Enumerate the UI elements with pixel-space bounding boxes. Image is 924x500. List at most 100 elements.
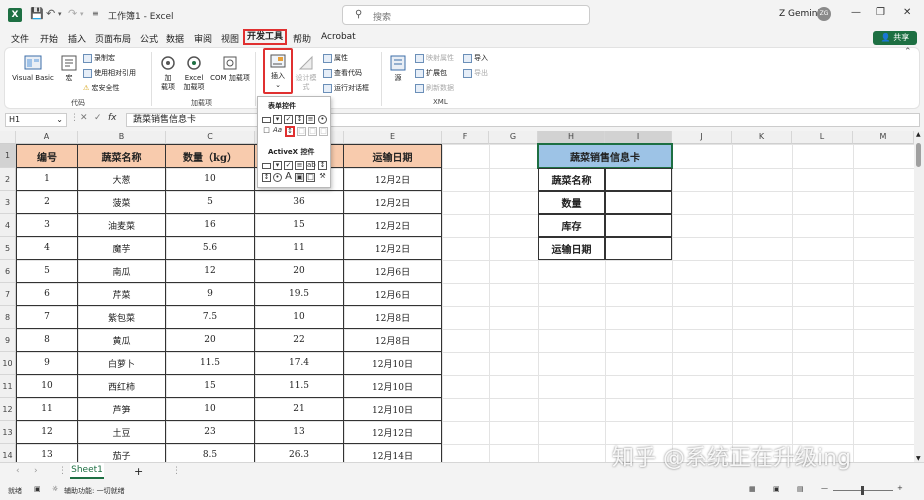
form-listbox-icon[interactable]: ≡ (306, 115, 315, 124)
info-card-title[interactable]: 蔬菜销售信息卡 (537, 143, 673, 169)
tab-formulas[interactable]: 公式 (140, 32, 158, 45)
sheet-tab-sheet1[interactable]: Sheet1 (70, 463, 104, 479)
zoom-thumb[interactable] (861, 486, 864, 495)
form-option-icon[interactable]: • (318, 115, 327, 124)
row-header[interactable]: 9 (0, 329, 16, 352)
form-spinner-icon[interactable]: ↕ (295, 115, 304, 124)
normal-view-icon[interactable]: ▦ (749, 485, 756, 493)
activex-textbox-icon[interactable]: ab (306, 161, 316, 170)
table-cell[interactable]: 茄子 (78, 444, 166, 462)
accessibility-icon[interactable]: ☼ (52, 485, 58, 493)
row-header[interactable]: 2 (0, 168, 16, 191)
activex-button-icon[interactable] (262, 163, 271, 169)
column-header-l[interactable]: L (792, 131, 853, 144)
table-cell[interactable]: 大葱 (78, 168, 166, 191)
redo-dropdown-icon[interactable]: ▾ (80, 10, 84, 18)
activex-toggle-icon[interactable]: □ (306, 173, 315, 182)
cancel-icon[interactable]: ✕ (80, 113, 88, 123)
avatar[interactable]: ZG (817, 7, 831, 21)
table-cell[interactable]: 22 (255, 329, 344, 352)
tab-help[interactable]: 帮助 (293, 32, 311, 45)
table-cell[interactable]: 11 (255, 237, 344, 260)
table-cell[interactable]: 12月2日 (344, 214, 442, 237)
accessibility-status[interactable]: 辅助功能: 一切就绪 (64, 486, 125, 496)
column-header-b[interactable]: B (78, 131, 166, 144)
column-header-c[interactable]: C (166, 131, 255, 144)
form-button-icon[interactable] (262, 117, 271, 123)
table-cell[interactable]: 12月6日 (344, 260, 442, 283)
design-mode-button[interactable]: 设计模式 (293, 54, 319, 92)
table-cell[interactable]: 17.4 (255, 352, 344, 375)
table-cell[interactable]: 5.6 (166, 237, 255, 260)
activex-checkbox-icon[interactable]: ✓ (284, 161, 293, 170)
table-cell[interactable]: 12月10日 (344, 398, 442, 421)
table-cell[interactable]: 19.5 (255, 283, 344, 306)
info-card-value-cell[interactable] (605, 191, 672, 214)
excel-addins-button[interactable]: Excel 加载项 (181, 54, 207, 92)
table-cell[interactable]: 9 (16, 352, 78, 375)
info-card-label[interactable]: 运输日期 (538, 237, 605, 260)
column-header-m[interactable]: M (853, 131, 914, 144)
refresh-data-button[interactable]: 刷新数据 (415, 83, 454, 93)
table-cell[interactable]: 白萝卜 (78, 352, 166, 375)
table-cell[interactable]: 芦笋 (78, 398, 166, 421)
page-break-view-icon[interactable]: ▤ (797, 485, 804, 493)
row-header[interactable]: 11 (0, 375, 16, 398)
undo-icon[interactable]: ↶ (46, 7, 55, 20)
table-cell[interactable]: 12月14日 (344, 444, 442, 462)
table-cell[interactable]: 12月2日 (344, 191, 442, 214)
table-cell[interactable]: 西红柿 (78, 375, 166, 398)
table-cell[interactable]: 20 (255, 260, 344, 283)
tab-home[interactable]: 开始 (40, 32, 58, 45)
table-cell[interactable]: 魔芋 (78, 237, 166, 260)
export-button[interactable]: 导出 (463, 68, 488, 78)
table-cell[interactable]: 黄瓜 (78, 329, 166, 352)
row-header[interactable]: 5 (0, 237, 16, 260)
column-header-j[interactable]: J (672, 131, 732, 144)
close-icon[interactable]: ✕ (903, 7, 911, 18)
table-cell[interactable]: 21 (255, 398, 344, 421)
table-cell[interactable]: 7 (16, 306, 78, 329)
info-card-value-cell[interactable] (605, 237, 672, 260)
activex-more-icon[interactable]: ⚒ (318, 173, 327, 182)
table-cell[interactable]: 12月10日 (344, 375, 442, 398)
redo-icon[interactable]: ↷ (68, 7, 77, 20)
table-cell[interactable]: 9 (166, 283, 255, 306)
select-all-corner[interactable] (0, 131, 16, 144)
info-card-value-cell[interactable] (605, 214, 672, 237)
table-cell[interactable]: 13 (255, 421, 344, 444)
next-sheet-icon[interactable]: › (34, 466, 38, 476)
row-header[interactable]: 14 (0, 444, 16, 462)
table-cell[interactable]: 芹菜 (78, 283, 166, 306)
table-header-cell[interactable]: 数量（kg） (166, 144, 255, 168)
table-cell[interactable]: 5 (16, 260, 78, 283)
tab-data[interactable]: 数据 (166, 32, 184, 45)
tab-review[interactable]: 审阅 (194, 32, 212, 45)
table-cell[interactable]: 11.5 (166, 352, 255, 375)
xml-source-button[interactable]: 源 (387, 54, 409, 83)
table-header-cell[interactable]: 编号 (16, 144, 78, 168)
column-header-a[interactable]: A (16, 131, 78, 144)
column-header-k[interactable]: K (732, 131, 792, 144)
addins-button[interactable]: 加 载项 (157, 54, 179, 92)
enter-icon[interactable]: ✓ (94, 113, 102, 123)
activex-spin-icon[interactable]: ↕ (262, 173, 271, 182)
activex-combobox-icon[interactable]: ▾ (273, 161, 282, 170)
form-combobox-icon[interactable]: ▾ (273, 115, 282, 124)
table-cell[interactable]: 7.5 (166, 306, 255, 329)
form-label-icon[interactable]: Aa (273, 127, 282, 136)
row-header[interactable]: 1 (0, 144, 16, 168)
table-cell[interactable]: 4 (16, 237, 78, 260)
insert-function-button[interactable]: fx (108, 113, 117, 123)
macro-security-button[interactable]: ⚠ 宏安全性 (83, 83, 120, 93)
activex-listbox-icon[interactable]: ≡ (295, 161, 304, 170)
table-cell[interactable]: 12月8日 (344, 329, 442, 352)
table-cell[interactable]: 16 (166, 214, 255, 237)
name-box[interactable]: H1 ⌄ (5, 113, 67, 127)
table-cell[interactable]: 12月8日 (344, 306, 442, 329)
zoom-out-icon[interactable]: — (821, 484, 828, 492)
user-name[interactable]: Z Gemini (779, 9, 820, 19)
tab-acrobat[interactable]: Acrobat (321, 32, 356, 42)
info-card-label[interactable]: 库存 (538, 214, 605, 237)
table-cell[interactable]: 土豆 (78, 421, 166, 444)
